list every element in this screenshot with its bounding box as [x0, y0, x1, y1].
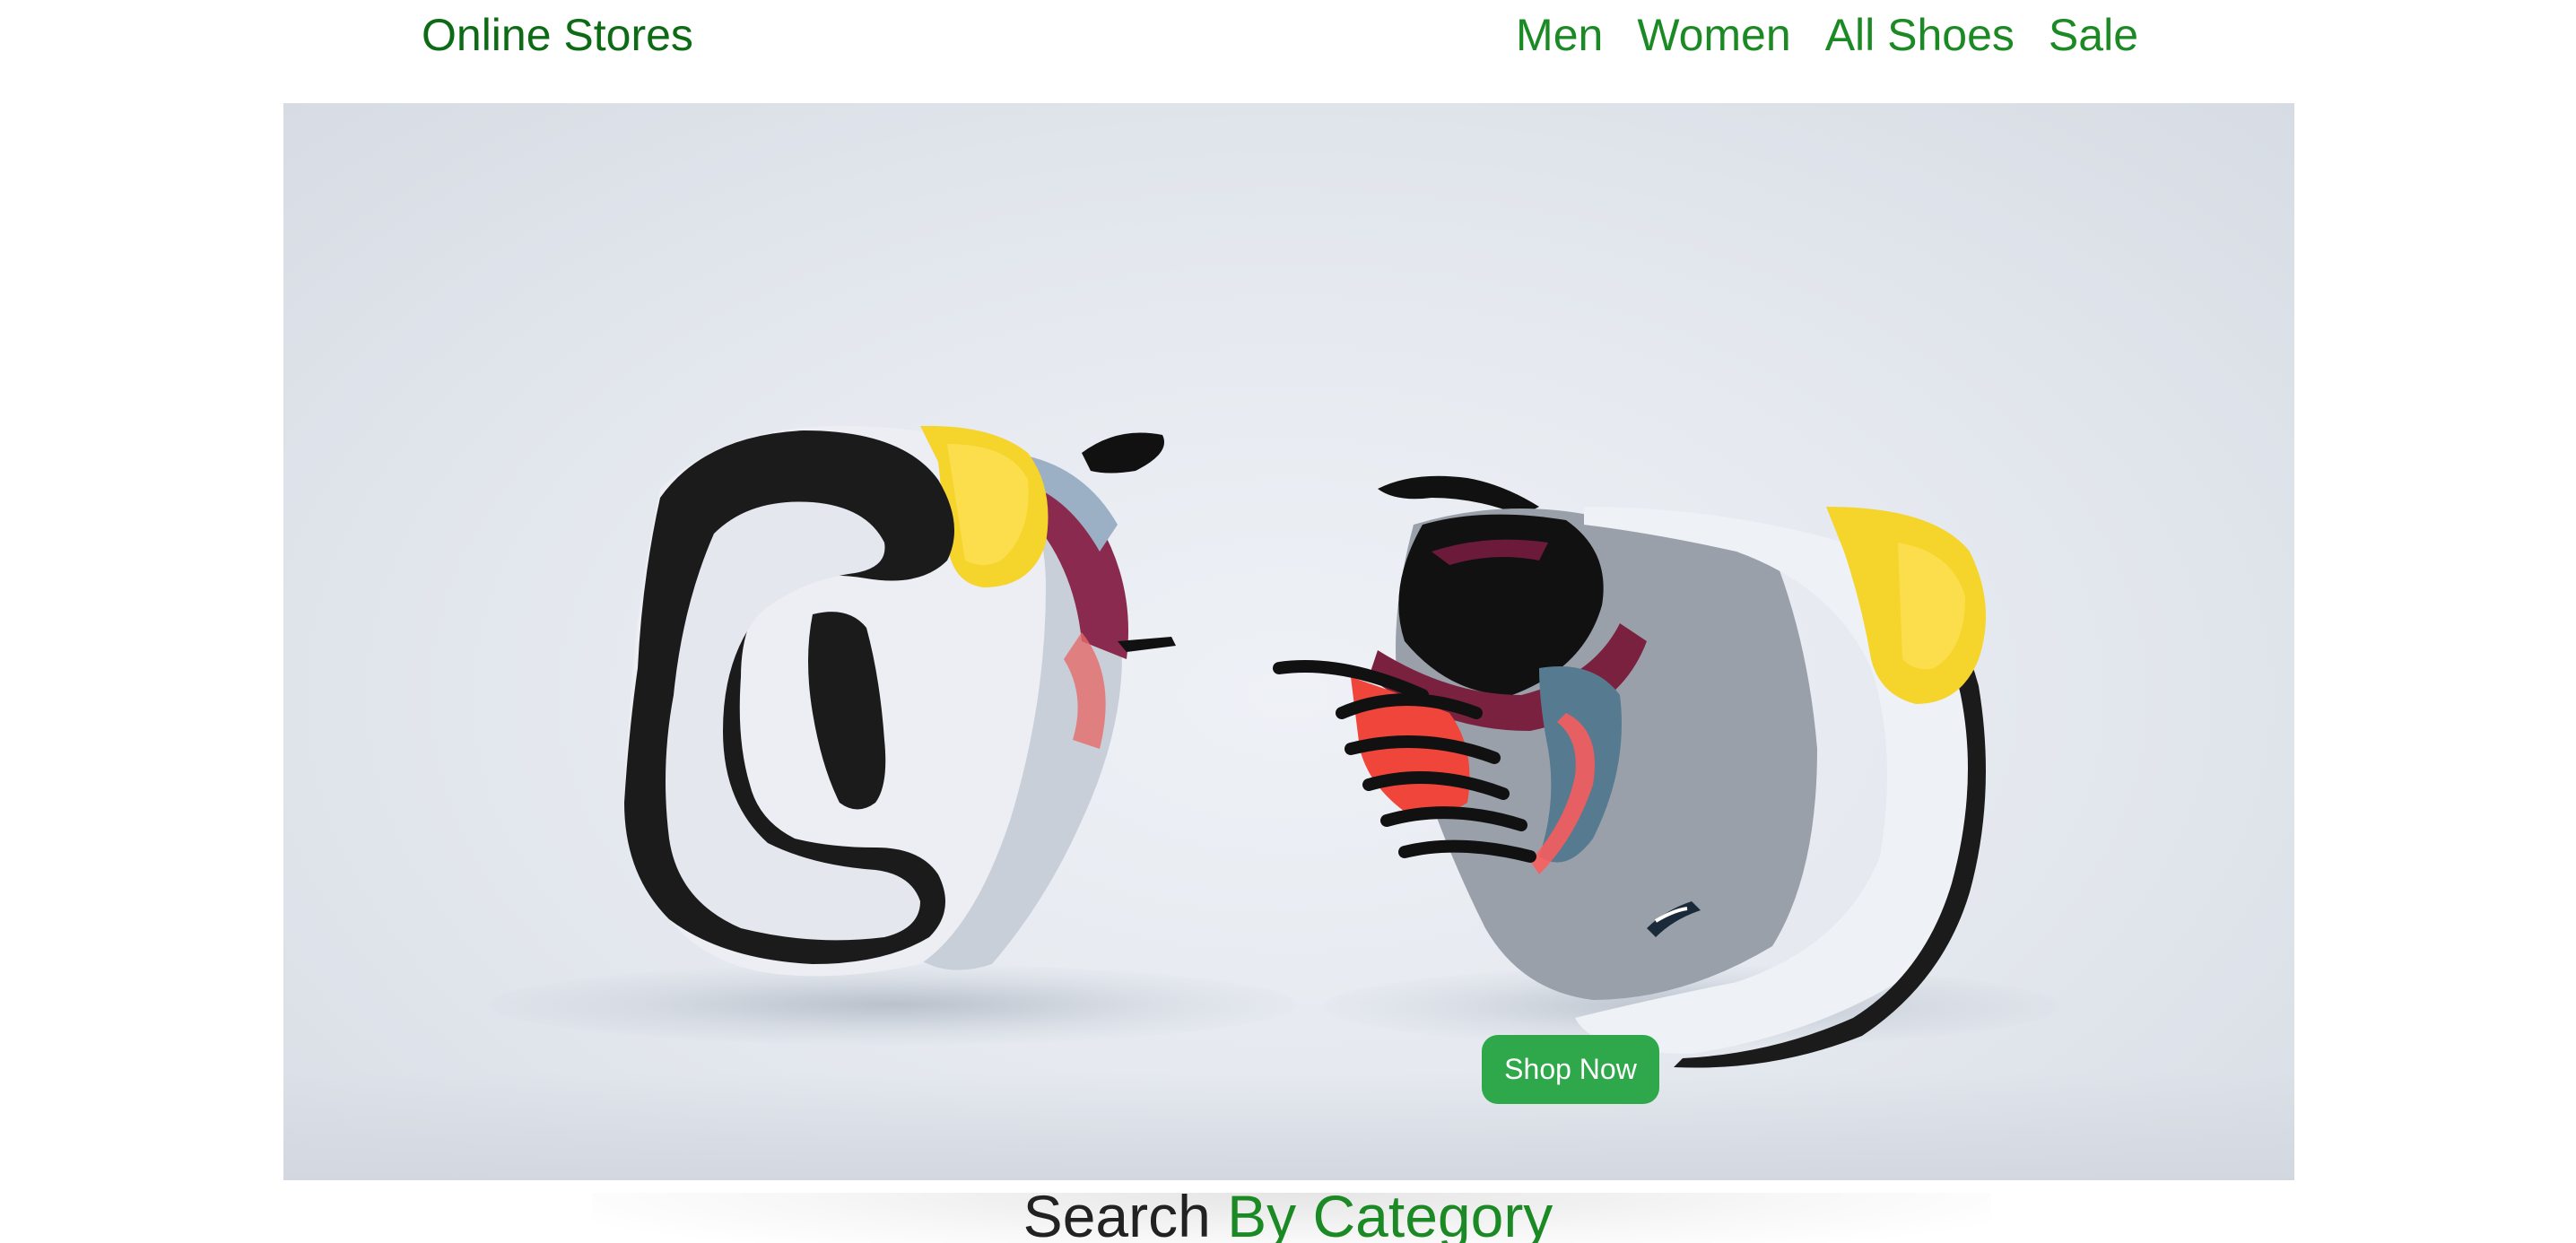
- category-title-part1: Search: [1023, 1183, 1211, 1243]
- sneaker-sole-image: [624, 425, 1176, 977]
- sneaker-side-image: [1273, 475, 1986, 1068]
- brand-logo-link[interactable]: Online Stores: [422, 5, 693, 65]
- nav-link-men[interactable]: Men: [1516, 5, 1603, 65]
- navbar: Online Stores Men Women All Shoes Sale: [0, 0, 2576, 99]
- hero-banner: Shop Now: [283, 103, 2294, 1180]
- shop-now-button[interactable]: Shop Now: [1482, 1035, 1659, 1104]
- nav-link-all-shoes[interactable]: All Shoes: [1825, 5, 2015, 65]
- page: Online Stores Men Women All Shoes Sale S…: [0, 0, 2576, 1243]
- category-title-part2: By Category: [1227, 1183, 1553, 1243]
- hero-floor-gradient: [283, 1073, 2294, 1180]
- nav-link-sale[interactable]: Sale: [2049, 5, 2138, 65]
- nav-link-women[interactable]: Women: [1637, 5, 1790, 65]
- category-section-title: Search By Category: [0, 1180, 2576, 1243]
- nav-links: Men Women All Shoes Sale: [1516, 5, 2138, 65]
